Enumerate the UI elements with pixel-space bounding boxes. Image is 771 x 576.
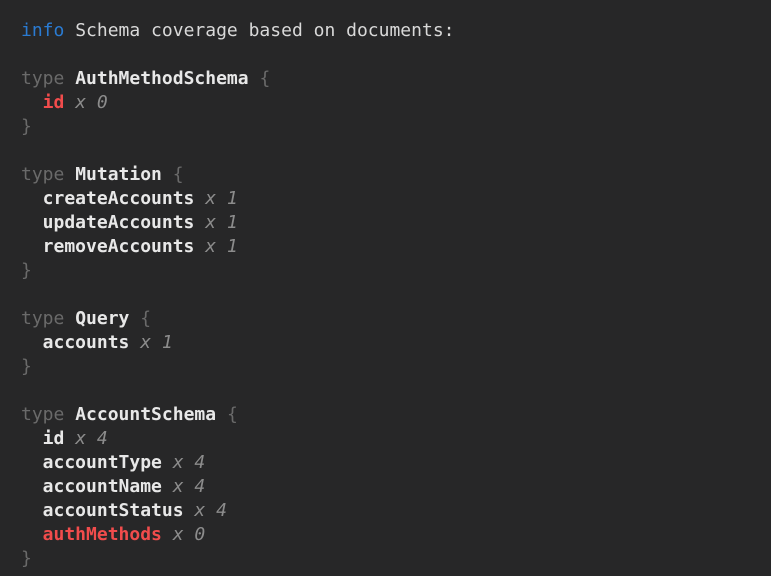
field-line: accountStatus x 4	[21, 499, 761, 523]
field-line: accountType x 4	[21, 451, 761, 475]
type-keyword: type	[21, 164, 64, 185]
coverage-header-message: Schema coverage based on documents:	[75, 20, 454, 41]
type-block-mutation: type Mutation { createAccounts x 1 updat…	[21, 163, 761, 283]
type-block-query: type Query { accounts x 1 }	[21, 307, 761, 379]
field-line: authMethods x 0	[21, 523, 761, 547]
field-line: createAccounts x 1	[21, 187, 761, 211]
type-block-accountschema: type AccountSchema { id x 4 accountType …	[21, 403, 761, 571]
type-keyword: type	[21, 308, 64, 329]
type-keyword: type	[21, 404, 64, 425]
field-name: accounts	[43, 332, 130, 353]
field-line: removeAccounts x 1	[21, 235, 761, 259]
field-name: authMethods	[43, 524, 162, 545]
terminal-output: info Schema coverage based on documents:…	[0, 0, 771, 576]
type-declaration: type Mutation {	[21, 163, 761, 187]
type-declaration: type Query {	[21, 307, 761, 331]
field-line: id x 0	[21, 91, 761, 115]
field-count: x 1	[205, 188, 238, 209]
field-count: x 4	[194, 500, 227, 521]
field-line: updateAccounts x 1	[21, 211, 761, 235]
field-line: accountName x 4	[21, 475, 761, 499]
field-count: x 0	[75, 92, 108, 113]
open-brace: {	[227, 404, 238, 425]
open-brace: {	[140, 308, 151, 329]
type-block-authmethodschema: type AuthMethodSchema { id x 0 }	[21, 67, 761, 139]
field-name: removeAccounts	[43, 236, 195, 257]
type-keyword: type	[21, 68, 64, 89]
open-brace: {	[173, 164, 184, 185]
close-brace: }	[21, 548, 32, 569]
type-name: Mutation	[75, 164, 162, 185]
close-brace: }	[21, 356, 32, 377]
field-name: createAccounts	[43, 188, 195, 209]
field-name: id	[43, 92, 65, 113]
type-declaration: type AuthMethodSchema {	[21, 67, 761, 91]
field-count: x 1	[205, 236, 238, 257]
close-brace: }	[21, 116, 32, 137]
close-brace-line: }	[21, 547, 761, 571]
field-name: accountType	[43, 452, 162, 473]
field-count: x 0	[173, 524, 206, 545]
field-name: updateAccounts	[43, 212, 195, 233]
close-brace: }	[21, 260, 32, 281]
field-line: accounts x 1	[21, 331, 761, 355]
field-count: x 1	[205, 212, 238, 233]
field-line: id x 4	[21, 427, 761, 451]
close-brace-line: }	[21, 259, 761, 283]
type-name: Query	[75, 308, 129, 329]
close-brace-line: }	[21, 355, 761, 379]
field-count: x 1	[140, 332, 173, 353]
field-count: x 4	[75, 428, 108, 449]
close-brace-line: }	[21, 115, 761, 139]
type-name: AccountSchema	[75, 404, 216, 425]
coverage-header-line: info Schema coverage based on documents:	[21, 19, 761, 43]
field-count: x 4	[173, 476, 206, 497]
info-level-label: info	[21, 20, 64, 41]
field-count: x 4	[173, 452, 206, 473]
field-name: accountStatus	[43, 500, 184, 521]
field-name: accountName	[43, 476, 162, 497]
type-name: AuthMethodSchema	[75, 68, 248, 89]
open-brace: {	[259, 68, 270, 89]
field-name: id	[43, 428, 65, 449]
type-declaration: type AccountSchema {	[21, 403, 761, 427]
